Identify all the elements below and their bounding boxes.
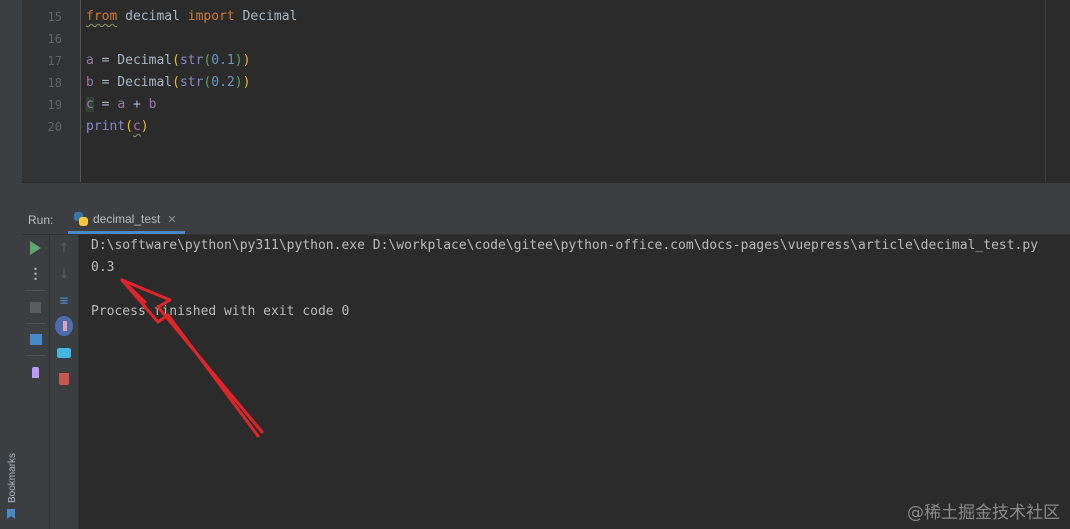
run-toolbar-primary: ⋮ (22, 235, 50, 529)
play-icon (30, 241, 41, 255)
pin-icon (32, 366, 39, 378)
print-button[interactable] (55, 344, 73, 362)
bookmarks-label: Bookmarks (7, 452, 18, 503)
line-number: 17 (47, 54, 62, 68)
print-icon (57, 348, 71, 358)
bookmark-icon (7, 509, 15, 519)
toolbar-divider (26, 355, 45, 356)
paren: ( (172, 53, 180, 68)
console-command-line: D:\software\python\py311\python.exe D:\w… (91, 238, 1039, 253)
soft-wrap-icon[interactable]: ≡ (55, 292, 73, 310)
assignment-text: = Decimal (93, 75, 173, 90)
line-number-gutter: 15 16 17 18 19 20 (22, 0, 81, 182)
keyword-from: from (86, 9, 118, 24)
tab-decimal-test[interactable]: decimal_test ✕ (68, 207, 185, 234)
close-icon[interactable]: ✕ (167, 213, 176, 226)
number-literal: 0.2 (211, 75, 235, 90)
run-toolbar-secondary: ↑ ↓ ≡ (50, 235, 79, 529)
scroll-to-end-icon (55, 316, 73, 336)
console-exit-line: Process finished with exit code 0 (91, 304, 350, 319)
class-name: Decimal (234, 9, 298, 24)
assignment-text: = Decimal (93, 53, 173, 68)
run-label: Run: (28, 213, 54, 227)
paren: ) (242, 53, 251, 68)
line-number: 18 (47, 76, 62, 90)
builtin-str: str (179, 53, 204, 68)
trash-icon (59, 373, 69, 385)
line-number: 19 (47, 98, 62, 112)
variable-b-ref: b (148, 97, 157, 112)
keyword-import: import (187, 9, 235, 24)
paren: ) (242, 75, 251, 90)
clear-all-button[interactable] (55, 370, 73, 388)
console-result-line: 0.3 (91, 260, 115, 275)
python-icon (74, 212, 88, 226)
code-line-17[interactable]: a = Decimal(str(0.1)) (86, 50, 250, 72)
variable-c-ref: c (132, 119, 141, 134)
toolbar-divider (26, 290, 45, 291)
watermark: @稀土掘金技术社区 (907, 503, 1060, 523)
variable-b: b (86, 75, 94, 90)
line-number: 16 (47, 32, 62, 46)
pin-tab-button[interactable] (27, 363, 45, 381)
builtin-print: print (86, 119, 126, 134)
rerun-button[interactable] (27, 239, 45, 257)
assignment-text: = (93, 97, 118, 112)
editor-right-margin (1045, 0, 1046, 182)
paren: ( (125, 119, 133, 134)
more-vertical-icon[interactable]: ⋮ (27, 265, 45, 283)
code-line-19[interactable]: c = a + b (86, 94, 156, 116)
code-editor[interactable]: 15 16 17 18 19 20 from decimal import De… (22, 0, 1070, 182)
line-number: 20 (47, 120, 62, 134)
toolbar-divider (26, 323, 45, 324)
module-name: decimal (117, 9, 188, 24)
panel-splitter[interactable] (22, 182, 1070, 208)
variable-a-ref: a (117, 97, 126, 112)
layout-icon (29, 333, 42, 345)
arrow-down-icon[interactable]: ↓ (55, 265, 73, 283)
arrow-up-icon[interactable]: ↑ (55, 239, 73, 257)
code-line-15[interactable]: from decimal import Decimal (86, 6, 297, 28)
left-tool-strip: Bookmarks (0, 0, 23, 529)
paren: ) (234, 53, 243, 68)
paren: ) (234, 75, 243, 90)
layout-button[interactable] (27, 330, 45, 348)
number-literal: 0.1 (211, 53, 235, 68)
code-line-18[interactable]: b = Decimal(str(0.2)) (86, 72, 250, 94)
operator-plus: + (125, 97, 149, 112)
run-tool-window-header: Run: decimal_test ✕ (22, 207, 1070, 235)
code-line-20[interactable]: print(c) (86, 116, 149, 138)
stop-button[interactable] (27, 298, 45, 316)
bookmarks-tool-button[interactable]: Bookmarks (2, 431, 20, 521)
scroll-to-end-button[interactable] (55, 316, 73, 336)
console-output[interactable]: D:\software\python\py311\python.exe D:\w… (79, 235, 1070, 529)
paren: ( (172, 75, 180, 90)
line-number: 15 (47, 10, 62, 24)
variable-c: c (86, 97, 94, 112)
tab-label: decimal_test (93, 212, 161, 226)
builtin-str: str (179, 75, 204, 90)
paren: ) (140, 119, 149, 134)
variable-a: a (86, 53, 94, 68)
stop-icon (30, 301, 41, 313)
